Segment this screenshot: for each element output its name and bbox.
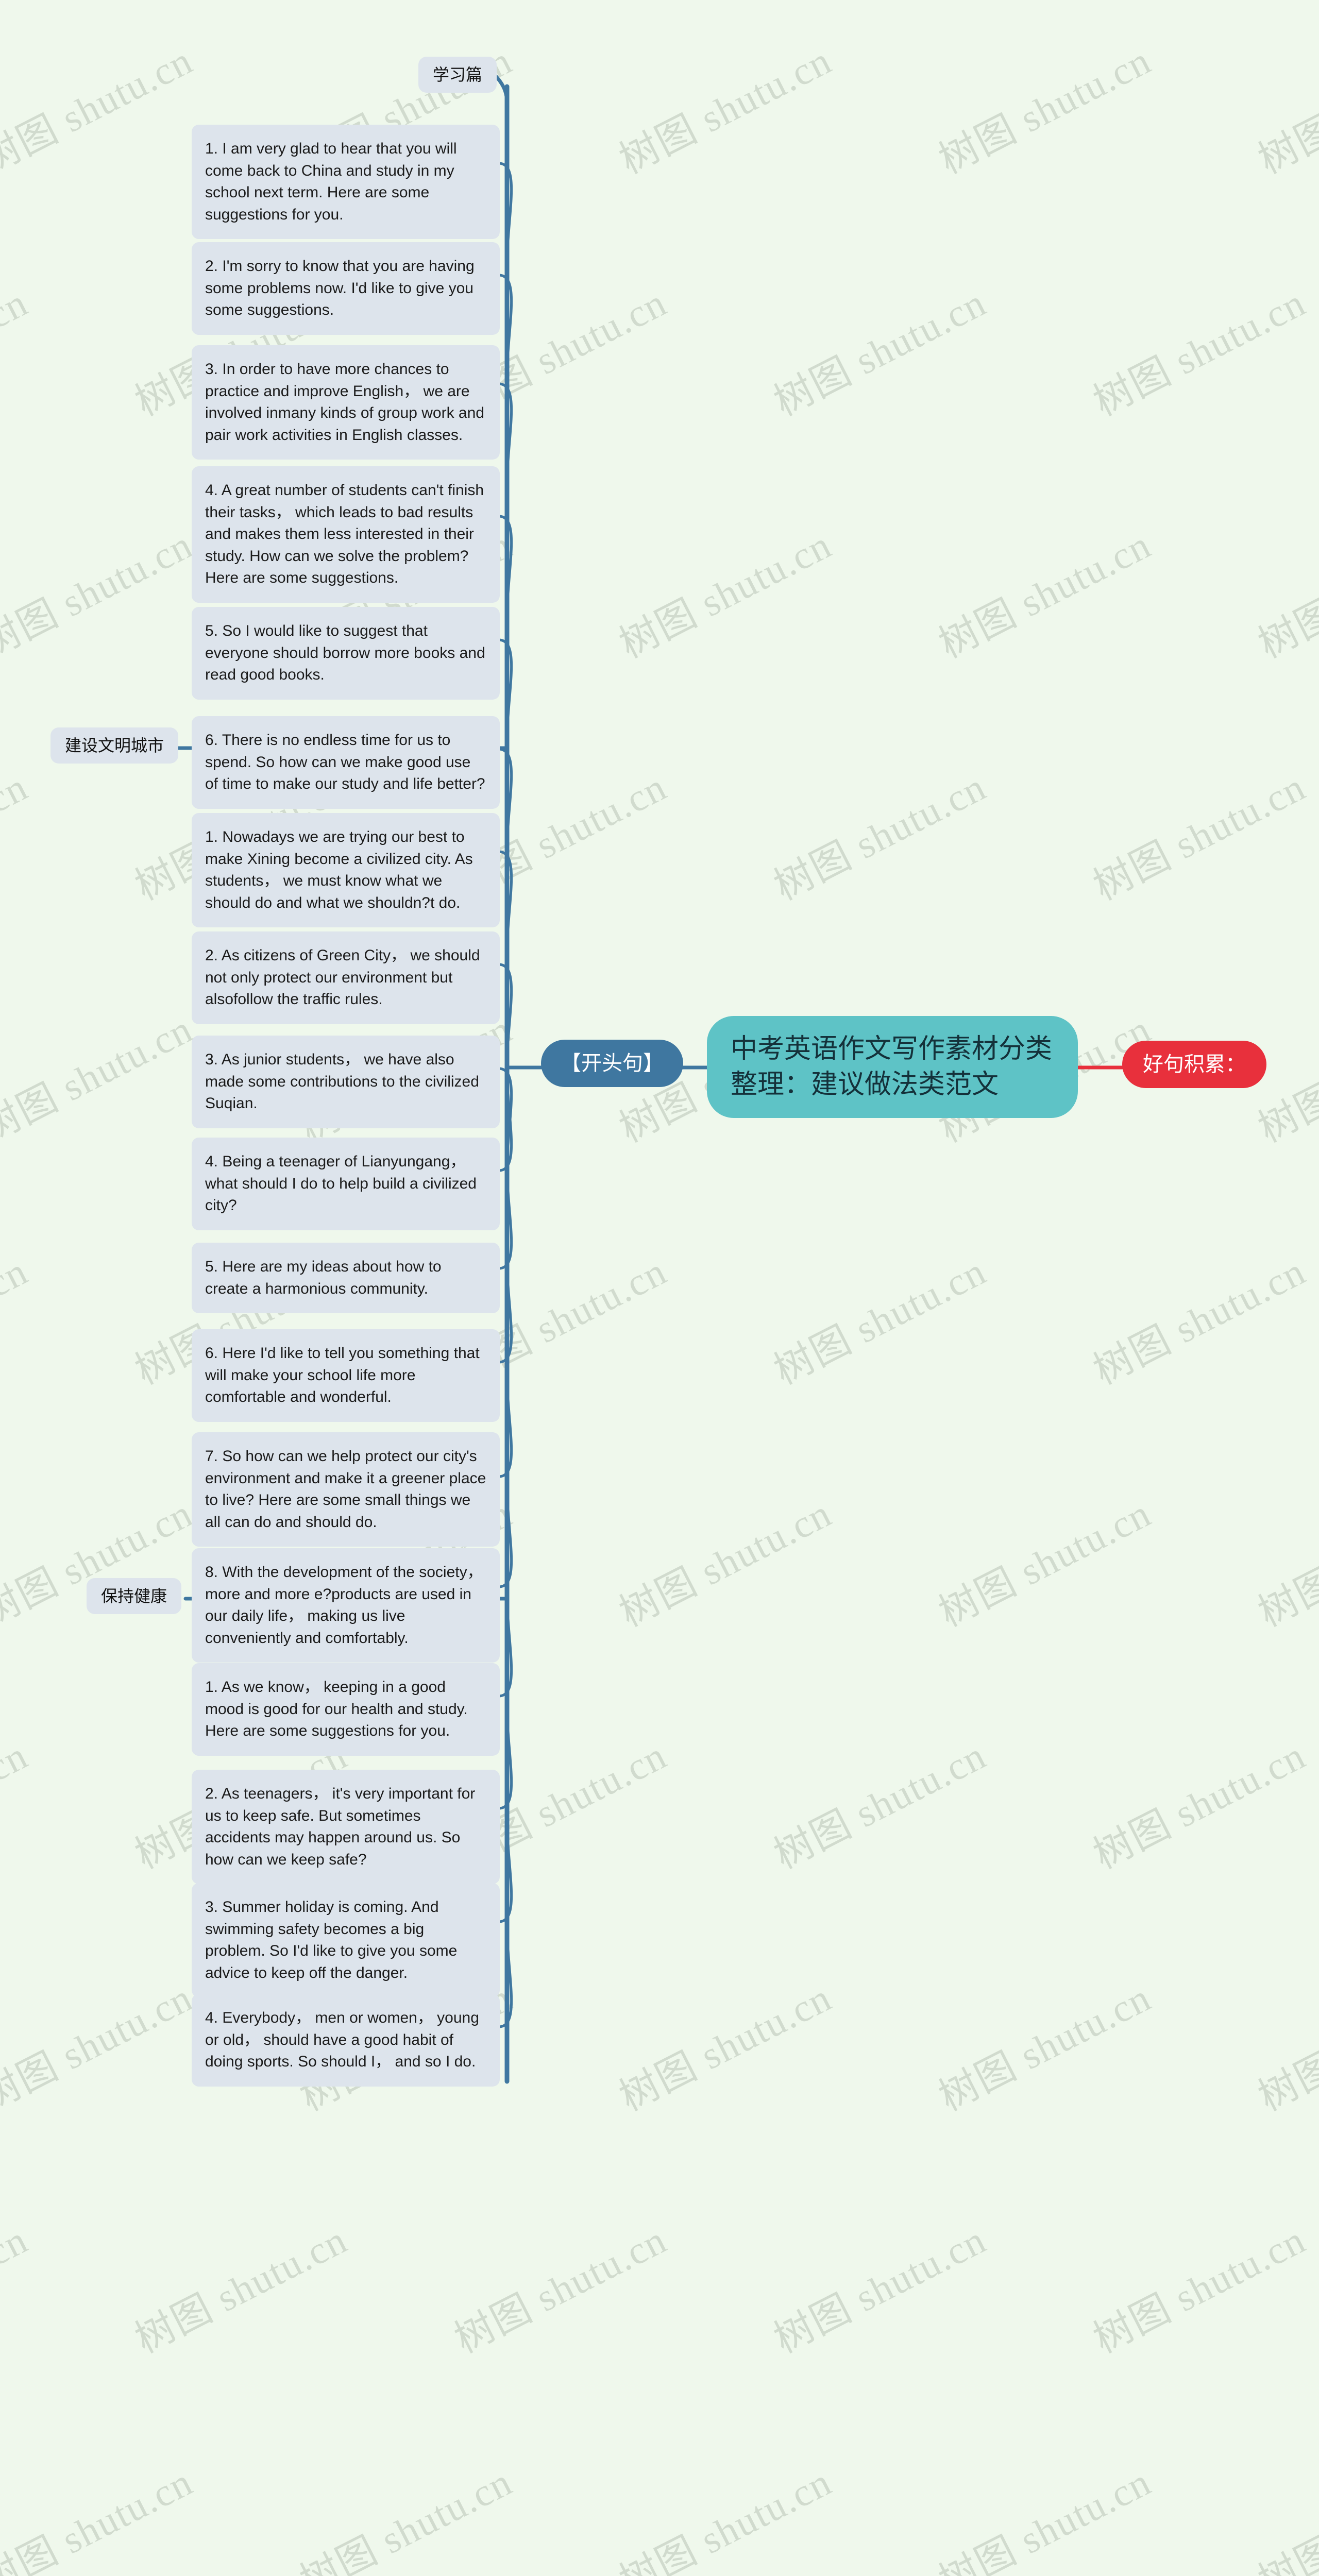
- leaf-node[interactable]: 3. Summer holiday is coming. And swimmin…: [192, 1883, 500, 1998]
- watermark-text: 树图 shutu.cn: [1087, 281, 1313, 425]
- leaf-node[interactable]: 8. With the development of the society，m…: [192, 1548, 500, 1663]
- watermark-text: 树图 shutu.cn: [448, 2218, 674, 2362]
- watermark-text: 树图 shutu.cn: [1252, 1976, 1319, 2120]
- watermark-text: 树图 shutu.cn: [613, 1976, 839, 2120]
- watermark-text: 树图 shutu.cn: [0, 523, 200, 667]
- watermark-text: 树图 shutu.cn: [0, 281, 35, 424]
- watermark-text: 树图 shutu.cn: [767, 2218, 993, 2362]
- watermark-text: 树图 shutu.cn: [1252, 39, 1319, 182]
- leaf-node[interactable]: 4. Being a teenager of Lianyungang，what …: [192, 1138, 500, 1230]
- leaf-node[interactable]: 1. I am very glad to hear that you will …: [192, 125, 500, 240]
- watermark-text: 树图 shutu.cn: [1087, 1249, 1313, 1393]
- category-node-stay-healthy[interactable]: 保持健康: [87, 1578, 182, 1615]
- watermark-text: 树图 shutu.cn: [613, 1492, 839, 1635]
- watermark-text: 树图 shutu.cn: [932, 523, 1158, 667]
- watermark-text: 树图 shutu.cn: [767, 765, 993, 909]
- watermark-text: 树图 shutu.cn: [932, 1976, 1158, 2120]
- leaf-node[interactable]: 2. As citizens of Green City， we should …: [192, 931, 500, 1024]
- leaf-node[interactable]: 6. Here I'd like to tell you something t…: [192, 1329, 500, 1422]
- watermark-text: 树图 shutu.cn: [293, 2460, 519, 2576]
- branch-node-opening[interactable]: 【开头句】: [541, 1040, 683, 1087]
- leaf-node[interactable]: 2. As teenagers， it's very important for…: [192, 1770, 500, 1885]
- watermark-text: 树图 shutu.cn: [0, 2460, 200, 2576]
- leaf-node[interactable]: 5. So I would like to suggest that every…: [192, 607, 500, 700]
- watermark-text: 树图 shutu.cn: [613, 39, 839, 182]
- leaf-node[interactable]: 4. Everybody， men or women， young or old…: [192, 1994, 500, 2087]
- watermark-text: 树图 shutu.cn: [613, 523, 839, 667]
- leaf-node[interactable]: 3. As junior students， we have also made…: [192, 1036, 500, 1128]
- leaf-node[interactable]: 1. As we know， keeping in a good mood is…: [192, 1663, 500, 1756]
- watermark-text: 树图 shutu.cn: [932, 39, 1158, 182]
- watermark-text: 树图 shutu.cn: [1252, 2460, 1319, 2576]
- watermark-text: 树图 shutu.cn: [0, 39, 200, 182]
- leaf-node[interactable]: 4. A great number of students can't fini…: [192, 466, 500, 603]
- watermark-text: 树图 shutu.cn: [0, 1734, 35, 1877]
- watermark-text: 树图 shutu.cn: [1252, 523, 1319, 667]
- watermark-text: 树图 shutu.cn: [1087, 765, 1313, 909]
- watermark-text: 树图 shutu.cn: [0, 765, 35, 908]
- watermark-text: 树图 shutu.cn: [932, 1492, 1158, 1635]
- leaf-node[interactable]: 3. In order to have more chances to prac…: [192, 345, 500, 460]
- root-node[interactable]: 中考英语作文写作素材分类整理：建议做法类范文: [707, 1016, 1078, 1118]
- category-node-civilized-city[interactable]: 建设文明城市: [50, 727, 179, 764]
- leaf-node[interactable]: 2. I'm sorry to know that you are having…: [192, 242, 500, 335]
- watermark-text: 树图 shutu.cn: [0, 1007, 200, 1151]
- watermark-text: 树图 shutu.cn: [0, 1976, 200, 2120]
- watermark-text: 树图 shutu.cn: [1087, 2218, 1313, 2362]
- leaf-node[interactable]: 1. Nowadays we are trying our best to ma…: [192, 813, 500, 928]
- leaf-node[interactable]: 6. There is no endless time for us to sp…: [192, 716, 500, 809]
- watermark-text: 树图 shutu.cn: [1252, 1492, 1319, 1635]
- watermark-text: 树图 shutu.cn: [932, 2460, 1158, 2576]
- watermark-text: 树图 shutu.cn: [767, 1249, 993, 1393]
- watermark-text: 树图 shutu.cn: [128, 2218, 354, 2362]
- category-node-study[interactable]: 学习篇: [418, 57, 497, 93]
- watermark-text: 树图 shutu.cn: [1087, 1734, 1313, 1877]
- leaf-node[interactable]: 5. Here are my ideas about how to create…: [192, 1243, 500, 1314]
- leaf-node[interactable]: 7. So how can we help protect our city's…: [192, 1432, 500, 1547]
- watermark-text: 树图 shutu.cn: [0, 1249, 35, 1393]
- watermark-text: 树图 shutu.cn: [0, 2218, 35, 2361]
- watermark-text: 树图 shutu.cn: [613, 2460, 839, 2576]
- watermark-text: 树图 shutu.cn: [767, 1734, 993, 1877]
- branch-node-good-sentences[interactable]: 好句积累：: [1122, 1041, 1266, 1088]
- watermark-text: 树图 shutu.cn: [767, 281, 993, 425]
